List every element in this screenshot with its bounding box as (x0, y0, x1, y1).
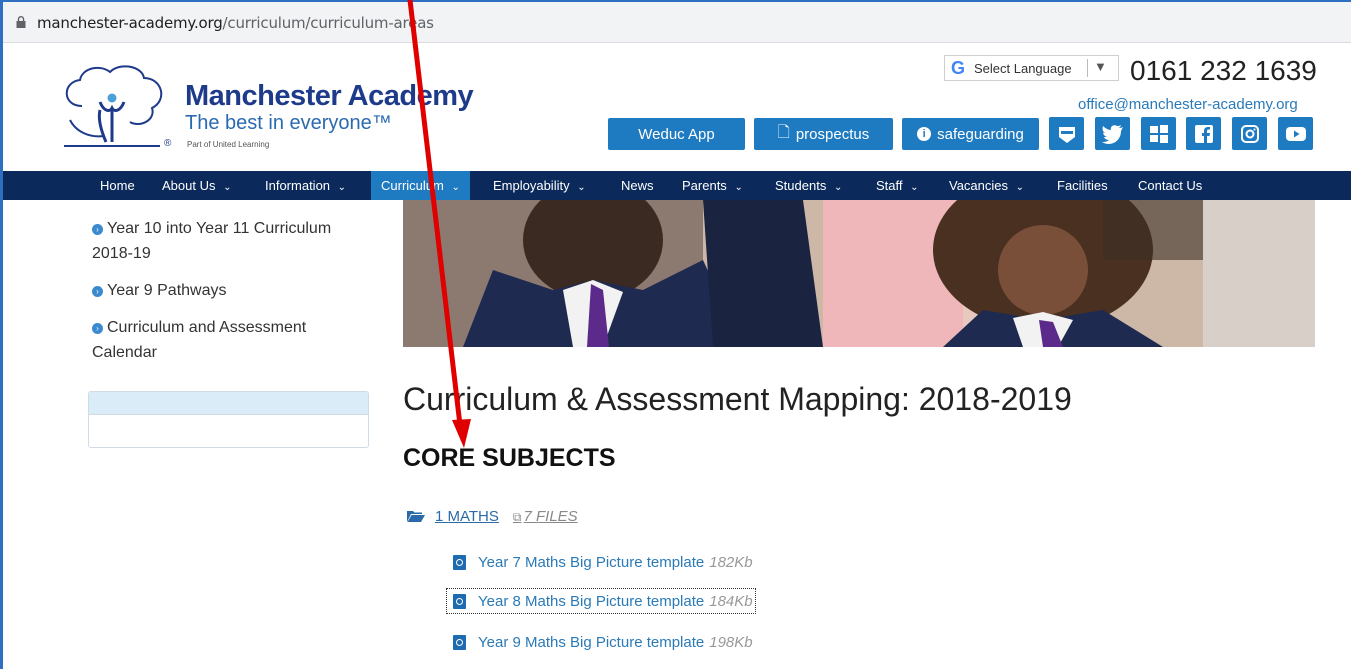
logo-name: Manchester Academy (185, 80, 474, 112)
address-bar[interactable]: manchester-academy.org/curriculum/curric… (3, 2, 1351, 43)
pdf-file-icon (453, 634, 466, 650)
nav-employability[interactable]: Employability ⌄ (493, 171, 586, 200)
section-heading: CORE SUBJECTS (403, 444, 616, 472)
file-link-year7[interactable]: Year 7 Maths Big Picture template 182Kb (447, 550, 753, 574)
nav-news[interactable]: News (621, 171, 654, 200)
folder-maths-label: 1 MATHS (435, 508, 499, 525)
nav-contact-us[interactable]: Contact Us (1138, 171, 1202, 200)
youtube-icon[interactable] (1278, 117, 1313, 150)
phone-number[interactable]: 0161 232 1639 (1130, 55, 1317, 87)
prospectus-label: prospectus (795, 125, 870, 143)
email-link[interactable]: office@manchester-academy.org (1078, 96, 1298, 113)
windows-icon[interactable] (1141, 117, 1176, 150)
url-host: manchester-academy.org (37, 14, 223, 32)
page-title: Curriculum & Assessment Mapping: 2018-20… (403, 381, 1072, 417)
nav-employability-label: Employability (493, 178, 570, 193)
tree-logo-icon (64, 65, 163, 147)
sidebar-link-year10-label: Year 10 into Year 11 Curriculum 2018-19 (92, 220, 332, 262)
language-select[interactable]: G Select Language ▼ (944, 55, 1119, 81)
sidebar-link-year9-label: Year 9 Pathways (107, 282, 227, 299)
nav-facilities-label: Facilities (1057, 178, 1108, 193)
weduc-app-label: Weduc App (638, 125, 715, 143)
sidebar-link-calendar[interactable]: › Curriculum and Assessment Calendar (92, 315, 362, 365)
badge-icon[interactable] (1049, 117, 1084, 150)
pdf-file-icon (453, 593, 466, 609)
language-select-divider (1087, 59, 1088, 77)
logo-tagline: The best in everyone™ (185, 112, 392, 134)
nav-staff[interactable]: Staff ⌄ (876, 171, 919, 200)
twitter-icon[interactable] (1095, 117, 1130, 150)
nav-staff-label: Staff (876, 178, 903, 193)
chevron-down-icon: ⌄ (223, 182, 232, 193)
nav-students[interactable]: Students ⌄ (775, 171, 842, 200)
nav-students-label: Students (775, 178, 827, 193)
folder-maths[interactable]: 1 MATHS ⧉ 7 FILES (407, 508, 578, 525)
hero-image (403, 200, 1315, 347)
prospectus-button[interactable]: 🗋 prospectus (754, 118, 893, 150)
sidebar-panel-header (89, 392, 368, 415)
sidebar-link-year10[interactable]: › Year 10 into Year 11 Curriculum 2018-19 (92, 216, 362, 266)
url-path: /curriculum/curriculum-areas (222, 14, 434, 32)
file-link-year8[interactable]: Year 8 Maths Big Picture template 184Kb (446, 588, 756, 614)
file-link-year9[interactable]: Year 9 Maths Big Picture template 198Kb (447, 630, 753, 654)
weduc-app-button[interactable]: Weduc App (608, 118, 745, 150)
instagram-icon[interactable] (1232, 117, 1267, 150)
chevron-down-icon: ⌄ (337, 182, 347, 193)
chevron-down-icon: ⌄ (910, 182, 919, 193)
dropdown-arrow-icon: ▼ (1094, 59, 1107, 74)
chevron-down-icon: ⌄ (451, 182, 460, 193)
chevron-down-icon: ⌄ (577, 182, 586, 193)
nav-home[interactable]: Home (100, 171, 135, 200)
nav-curriculum-label: Curriculum (381, 178, 444, 193)
pdf-file-icon (453, 554, 466, 570)
nav-vacancies[interactable]: Vacancies ⌄ (949, 171, 1024, 200)
file-size: 184Kb (709, 592, 753, 610)
files-count-label: 7 FILES (523, 508, 578, 525)
files-copy-icon: ⧉ (512, 510, 522, 524)
lock-icon (16, 16, 26, 28)
file-size: 198Kb (709, 633, 753, 651)
nav-vacancies-label: Vacancies (949, 178, 1009, 193)
chevron-down-icon: ⌄ (1015, 182, 1025, 193)
info-icon: i (917, 127, 932, 141)
nav-facilities[interactable]: Facilities (1057, 171, 1108, 200)
chevron-right-circle-icon: › (92, 224, 103, 235)
nav-home-label: Home (100, 178, 135, 193)
file-name: Year 7 Maths Big Picture template (478, 553, 705, 571)
google-icon: G (951, 58, 966, 78)
chevron-down-icon: ⌄ (833, 182, 843, 193)
files-count: ⧉ 7 FILES (513, 508, 578, 525)
nav-about-us-label: About Us (162, 178, 216, 193)
nav-news-label: News (621, 178, 654, 193)
nav-about-us[interactable]: About Us ⌄ (162, 171, 232, 200)
safeguarding-button[interactable]: i safeguarding (902, 118, 1039, 150)
nav-contact-us-label: Contact Us (1138, 178, 1203, 193)
safeguarding-label: safeguarding (937, 125, 1024, 143)
language-select-label: Select Language (974, 61, 1072, 76)
pdf-icon: 🗋 (777, 123, 790, 141)
logo-registered-mark: ® (164, 138, 172, 149)
sidebar-panel (88, 391, 369, 448)
site-logo[interactable]: ® Manchester Academy The best in everyon… (60, 62, 474, 157)
nav-parents[interactable]: Parents ⌄ (682, 171, 743, 200)
main-navigation: Home About Us ⌄ Information ⌄ Curriculum… (3, 171, 1351, 200)
nav-parents-label: Parents (682, 178, 727, 193)
sidebar-link-calendar-label: Curriculum and Assessment Calendar (92, 319, 307, 361)
nav-information-label: Information (265, 178, 331, 193)
chevron-down-icon: ⌄ (734, 182, 743, 193)
file-name: Year 8 Maths Big Picture template (478, 592, 705, 610)
chevron-right-circle-icon: › (92, 323, 103, 334)
folder-open-icon (407, 511, 425, 522)
file-size: 182Kb (709, 553, 753, 571)
url-text[interactable]: manchester-academy.org/curriculum/curric… (37, 14, 434, 32)
nav-information[interactable]: Information ⌄ (265, 171, 346, 200)
sidebar-link-year9[interactable]: › Year 9 Pathways (92, 278, 362, 303)
chevron-right-circle-icon: › (92, 286, 103, 297)
facebook-icon[interactable] (1186, 117, 1221, 150)
logo-part-of: Part of United Learning (187, 140, 270, 149)
nav-curriculum[interactable]: Curriculum ⌄ (371, 171, 470, 200)
file-name: Year 9 Maths Big Picture template (478, 633, 705, 651)
window-frame-left (0, 0, 3, 669)
